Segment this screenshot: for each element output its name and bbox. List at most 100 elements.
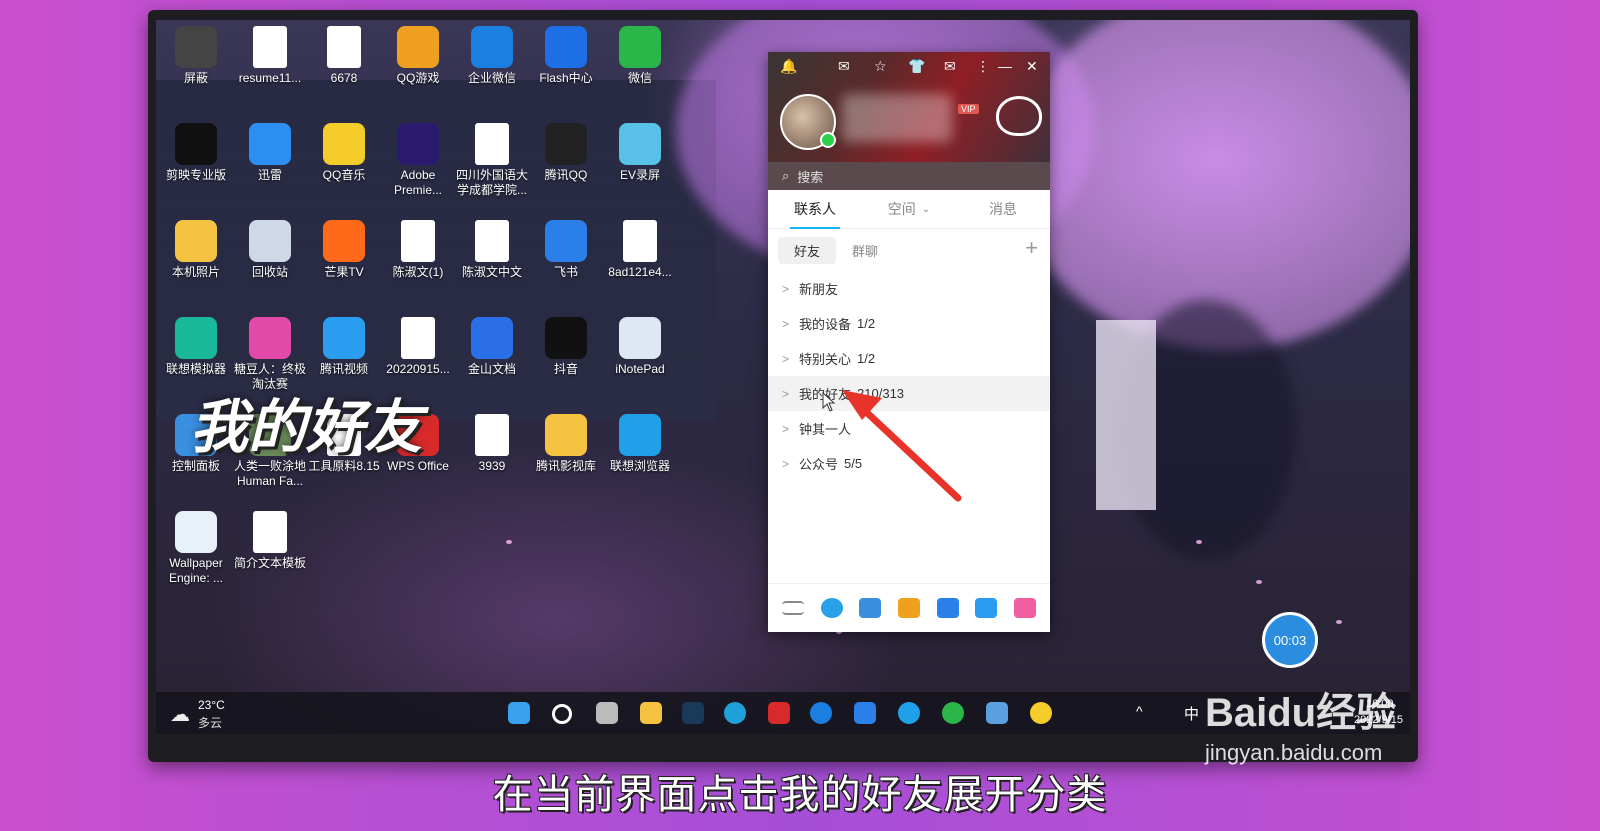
desktop-icon[interactable]: 简介文本模板: [234, 511, 306, 571]
weather-desc: 多云: [198, 716, 223, 730]
star-icon[interactable]: ☆: [874, 58, 887, 75]
game-center-icon[interactable]: [897, 598, 920, 618]
weather-icon[interactable]: [996, 96, 1042, 136]
tab-messages[interactable]: 消息: [956, 190, 1050, 228]
desktop-icon[interactable]: 20220915...: [382, 317, 454, 377]
mail-icon[interactable]: ✉: [838, 58, 850, 75]
vip-badge[interactable]: VIP: [958, 104, 979, 114]
menu-icon[interactable]: [782, 601, 805, 615]
steam-icon[interactable]: [682, 702, 704, 724]
notepad-icon: [619, 317, 661, 359]
tray-chevron-icon[interactable]: ^: [1136, 703, 1143, 719]
desktop-icon-label: 飞书: [553, 265, 578, 279]
desktop-icon[interactable]: 企业微信: [456, 26, 528, 86]
bell-icon[interactable]: 🔔: [780, 58, 797, 75]
recording-timer[interactable]: 00:03: [1262, 612, 1318, 668]
desktop-icon[interactable]: 金山文档: [456, 317, 528, 377]
main-tabs: 联系人 空间 ⌄ 消息: [768, 190, 1050, 229]
mango-tv-icon: [323, 220, 365, 262]
desktop-icon[interactable]: Flash中心: [530, 26, 602, 86]
friend-group-row[interactable]: >我的好友210/313: [768, 376, 1050, 411]
desktop-icon[interactable]: 腾讯影视库: [530, 414, 602, 474]
add-friend-icon[interactable]: [820, 598, 843, 618]
app-icon: [175, 26, 217, 68]
friend-group-row[interactable]: > 特别关心 1/2: [768, 341, 1050, 376]
shirt-icon[interactable]: 👕: [908, 58, 925, 75]
file-explorer-icon[interactable]: [640, 702, 662, 724]
wecom-taskbar-icon[interactable]: [810, 702, 832, 724]
wechat-taskbar-icon[interactable]: [942, 702, 964, 724]
desktop-icon[interactable]: 芒果TV: [308, 220, 380, 280]
tab-contacts[interactable]: 联系人: [768, 190, 862, 229]
edge-icon[interactable]: [724, 702, 746, 724]
desktop-icon[interactable]: 8ad121e4...: [604, 220, 676, 280]
lenovo-browser-taskbar-icon[interactable]: [898, 702, 920, 724]
friend-group-row[interactable]: > 我的设备 1/2: [768, 306, 1050, 341]
desktop-icon[interactable]: QQ音乐: [308, 123, 380, 183]
desktop-icon[interactable]: 联想模拟器: [160, 317, 232, 377]
file-transfer-icon[interactable]: [859, 598, 882, 618]
weather-widget[interactable]: ☁ 23°C 多云: [170, 696, 250, 730]
desktop-icon-label: 腾讯视频: [319, 362, 368, 376]
tab-qzone-label: 空间: [887, 201, 916, 217]
desktop-icon[interactable]: 联想浏览器: [604, 414, 676, 474]
word-doc-icon: [327, 26, 361, 68]
search-icon[interactable]: [552, 704, 572, 724]
desktop-icon-label: 剪映专业版: [165, 168, 226, 182]
desktop-icon-label: 6678: [330, 71, 358, 85]
desktop-icon[interactable]: 回收站: [234, 220, 306, 280]
desktop-icon[interactable]: 6678: [308, 26, 380, 86]
more-icon[interactable]: ⋮: [976, 58, 990, 75]
minimize-icon[interactable]: —: [998, 58, 1012, 74]
image-file-icon: [623, 220, 657, 262]
qq-music-taskbar-icon[interactable]: [1030, 702, 1052, 724]
desktop-icon[interactable]: 陈淑文中文: [456, 220, 528, 280]
desktop-icon[interactable]: 腾讯QQ: [530, 123, 602, 183]
desktop-icon[interactable]: 剪映专业版: [160, 123, 232, 183]
desktop-icon[interactable]: QQ游戏: [382, 26, 454, 86]
gamepad-icon[interactable]: [936, 598, 959, 618]
ev-recorder-icon: [619, 123, 661, 165]
desktop-icon[interactable]: 抖音: [530, 317, 602, 377]
desktop-icon-label: 简介文本模板: [234, 556, 307, 570]
desktop-icon[interactable]: 屏蔽: [160, 26, 232, 86]
desktop-icon[interactable]: 飞书: [530, 220, 602, 280]
desktop-icon[interactable]: 腾讯视频: [308, 317, 380, 377]
petal: [506, 540, 512, 544]
desktop-icon[interactable]: 陈淑文(1): [382, 220, 454, 280]
search-bar[interactable]: ⌕ 搜索: [768, 162, 1050, 190]
subtab-groups[interactable]: 群聊: [836, 237, 894, 264]
nickname-blurred[interactable]: [842, 94, 952, 142]
wps-taskbar-icon[interactable]: [768, 702, 790, 724]
tab-qzone[interactable]: 空间 ⌄: [862, 190, 956, 228]
desktop-icon[interactable]: resume11...: [234, 26, 306, 86]
feishu-taskbar-icon[interactable]: [854, 702, 876, 724]
desktop-icon[interactable]: EV录屏: [604, 123, 676, 183]
desktop-icon[interactable]: 本机照片: [160, 220, 232, 280]
windows-start-icon[interactable]: [508, 702, 530, 724]
app-manager-icon[interactable]: [1013, 598, 1036, 618]
desktop-icon[interactable]: Wallpaper Engine: ...: [160, 511, 232, 586]
desktop-icon-label: 企业微信: [467, 71, 516, 85]
desktop-icon-label: resume11...: [238, 71, 302, 85]
friend-group-row[interactable]: > 公众号 5/5: [768, 446, 1050, 481]
desktop-icon[interactable]: 3939: [456, 414, 528, 474]
task-view-icon[interactable]: [596, 702, 618, 724]
desktop-icon[interactable]: 微信: [604, 26, 676, 86]
friend-group-row[interactable]: > 钟其一人: [768, 411, 1050, 446]
desktop-icon[interactable]: 四川外国语大学成都学院...: [456, 123, 528, 198]
close-icon[interactable]: ✕: [1026, 58, 1038, 75]
checkmail-icon[interactable]: ✉: [944, 58, 956, 75]
subtab-friends[interactable]: 好友: [778, 236, 837, 264]
notepad-taskbar-icon[interactable]: [986, 702, 1008, 724]
desktop-icon[interactable]: iNotePad: [604, 317, 676, 377]
desktop-icon[interactable]: 迅雷: [234, 123, 306, 183]
desktop-icon[interactable]: Adobe Premie...: [382, 123, 454, 198]
friend-group-row[interactable]: > 新朋友: [768, 271, 1050, 306]
group-count: 5/5: [844, 456, 863, 471]
add-icon[interactable]: +: [1025, 235, 1038, 261]
wallpaper-engine-icon: [175, 511, 217, 553]
weiyun-icon[interactable]: [975, 598, 998, 618]
chevron-right-icon: >: [782, 456, 790, 471]
ime-indicator[interactable]: 中: [1184, 703, 1199, 724]
